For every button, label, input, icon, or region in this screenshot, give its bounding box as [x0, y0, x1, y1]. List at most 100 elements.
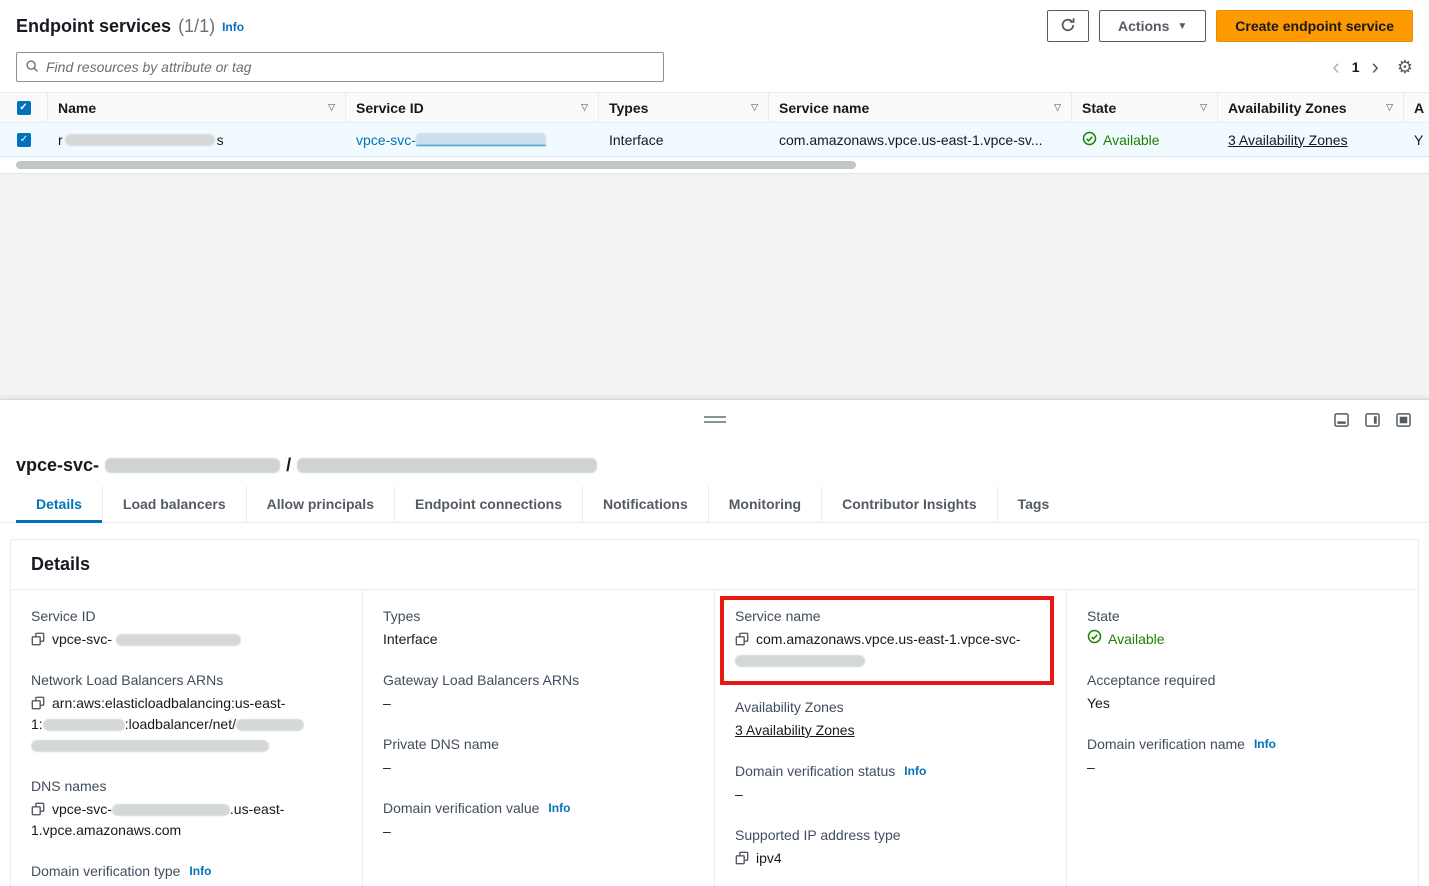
tab-monitoring[interactable]: Monitoring	[708, 486, 821, 522]
tab-notifications[interactable]: Notifications	[582, 486, 708, 522]
panel-bottom-layout-icon[interactable]	[1334, 413, 1349, 427]
column-header-clipped[interactable]: A	[1404, 93, 1429, 122]
actions-button-label: Actions	[1118, 18, 1169, 34]
copy-icon[interactable]	[735, 851, 749, 865]
field-value-text: vpce-svc-	[52, 801, 112, 817]
column-header-availability-zones[interactable]: Availability Zones▽	[1218, 93, 1404, 122]
info-link[interactable]: Info	[904, 764, 926, 778]
cell-clipped: Y	[1404, 123, 1429, 156]
sort-icon: ▽	[1200, 102, 1207, 113]
field-label: Service name	[735, 608, 821, 624]
column-header-service-id[interactable]: Service ID ▽	[346, 93, 599, 122]
info-link[interactable]: Info	[548, 801, 570, 815]
tab-endpoint-connections[interactable]: Endpoint connections	[394, 486, 582, 522]
copy-icon[interactable]	[31, 802, 45, 816]
service-id-link[interactable]: vpce-svc-	[356, 132, 546, 148]
info-link[interactable]: Info	[222, 20, 244, 34]
redacted-text	[416, 133, 546, 146]
previous-page-button[interactable]: ‹	[1332, 56, 1339, 78]
details-column-3: Service name com.amazonaws.vpce.us-east-…	[715, 590, 1067, 886]
field-gateway-load-balancers-arns: Gateway Load Balancers ARNs –	[383, 672, 694, 714]
copy-icon[interactable]	[31, 696, 45, 710]
field-value-text: –	[1087, 759, 1095, 775]
copy-icon[interactable]	[735, 632, 749, 646]
details-card-title: Details	[11, 540, 1418, 590]
sort-icon: ▽	[581, 102, 588, 113]
availability-zones-link[interactable]: 3 Availability Zones	[735, 722, 855, 738]
row-select-cell: ✓	[0, 123, 48, 156]
name-fragment: r	[58, 132, 63, 148]
cell-service-id: vpce-svc-	[346, 123, 599, 156]
search-box[interactable]	[16, 52, 664, 82]
horizontal-scrollbar[interactable]	[16, 161, 856, 169]
field-domain-verification-type: Domain verification type Info –	[31, 863, 342, 886]
field-label: Domain verification name	[1087, 736, 1245, 752]
panel-side-layout-icon[interactable]	[1365, 413, 1380, 427]
actions-button[interactable]: Actions ▼	[1099, 10, 1206, 42]
field-state: State Available	[1087, 608, 1398, 650]
column-label: State	[1082, 100, 1116, 116]
refresh-icon	[1060, 17, 1076, 36]
state-text: Available	[1103, 132, 1160, 148]
column-header-types[interactable]: Types▽	[599, 93, 769, 122]
detail-title-prefix: vpce-svc-	[16, 455, 99, 476]
create-endpoint-service-button[interactable]: Create endpoint service	[1216, 10, 1413, 42]
availability-zones-link[interactable]: 3 Availability Zones	[1228, 132, 1348, 148]
field-label: Domain verification type	[31, 863, 180, 879]
column-header-state[interactable]: State ▽	[1072, 93, 1218, 122]
next-page-button[interactable]: ›	[1372, 56, 1379, 78]
tab-details[interactable]: Details	[16, 486, 102, 522]
column-header-name[interactable]: Name ▽	[48, 93, 346, 122]
background-area	[0, 173, 1429, 399]
cell-name: r s	[48, 123, 346, 156]
search-input[interactable]	[46, 59, 655, 75]
field-label: Domain verification value	[383, 800, 539, 816]
copy-icon[interactable]	[31, 632, 45, 646]
details-column-1: Service ID vpce-svc- Network Load Balanc…	[11, 590, 363, 886]
split-panel-controls	[1334, 400, 1411, 439]
red-annotation-box: Service name com.amazonaws.vpce.us-east-…	[720, 596, 1054, 685]
tab-contributor-insights[interactable]: Contributor Insights	[821, 486, 997, 522]
column-label: Name	[58, 100, 96, 116]
field-value-text: Interface	[383, 631, 437, 647]
tab-allow-principals[interactable]: Allow principals	[246, 486, 394, 522]
row-checkbox[interactable]: ✓	[17, 133, 31, 147]
page: Endpoint services (1/1) Info Actions ▼ C…	[0, 0, 1429, 886]
table-row[interactable]: ✓ r s vpce-svc- Interface com.	[0, 123, 1429, 157]
field-label: Service ID	[31, 608, 96, 624]
field-label: Domain verification status	[735, 763, 895, 779]
resource-count: (1/1)	[178, 16, 215, 37]
current-page[interactable]: 1	[1352, 59, 1360, 75]
column-label: Types	[609, 100, 648, 116]
field-value-text: vpce-svc-	[52, 631, 112, 647]
refresh-button[interactable]	[1047, 10, 1089, 42]
table-toolbar: ‹ 1 › ⚙	[0, 48, 1429, 92]
sort-icon: ▽	[328, 102, 335, 113]
field-label: Gateway Load Balancers ARNs	[383, 672, 579, 688]
detail-panel: vpce-svc- / Details Load balancers Allow…	[0, 439, 1429, 886]
cell-types: Interface	[599, 123, 769, 156]
split-panel-drag-handle[interactable]	[704, 416, 726, 423]
field-domain-verification-status: Domain verification status Info –	[735, 763, 1046, 805]
field-service-id: Service ID vpce-svc-	[31, 608, 342, 650]
tab-tags[interactable]: Tags	[997, 486, 1070, 522]
field-acceptance-required: Acceptance required Yes	[1087, 672, 1398, 714]
field-value-text: com.amazonaws.vpce.us-east-1.vpce-svc-	[756, 631, 1021, 647]
field-value-text: –	[383, 759, 391, 775]
info-link[interactable]: Info	[189, 864, 211, 878]
endpoint-services-panel: Endpoint services (1/1) Info Actions ▼ C…	[0, 0, 1429, 173]
cell-availability-zones: 3 Availability Zones	[1218, 123, 1404, 156]
column-header-service-name[interactable]: Service name▽	[769, 93, 1072, 122]
field-private-dns-name: Private DNS name –	[383, 736, 694, 778]
info-link[interactable]: Info	[1254, 737, 1276, 751]
panel-full-layout-icon[interactable]	[1396, 413, 1411, 427]
tab-load-balancers[interactable]: Load balancers	[102, 486, 246, 522]
field-service-name: Service name com.amazonaws.vpce.us-east-…	[735, 608, 1039, 671]
caret-down-icon: ▼	[1177, 21, 1187, 32]
column-label: Service ID	[356, 100, 424, 116]
redacted-text	[105, 458, 280, 473]
detail-title: vpce-svc- /	[0, 439, 1429, 486]
redacted-text	[116, 634, 241, 646]
preferences-gear-icon[interactable]: ⚙	[1397, 57, 1413, 78]
select-all-checkbox[interactable]: ✓	[17, 101, 31, 115]
